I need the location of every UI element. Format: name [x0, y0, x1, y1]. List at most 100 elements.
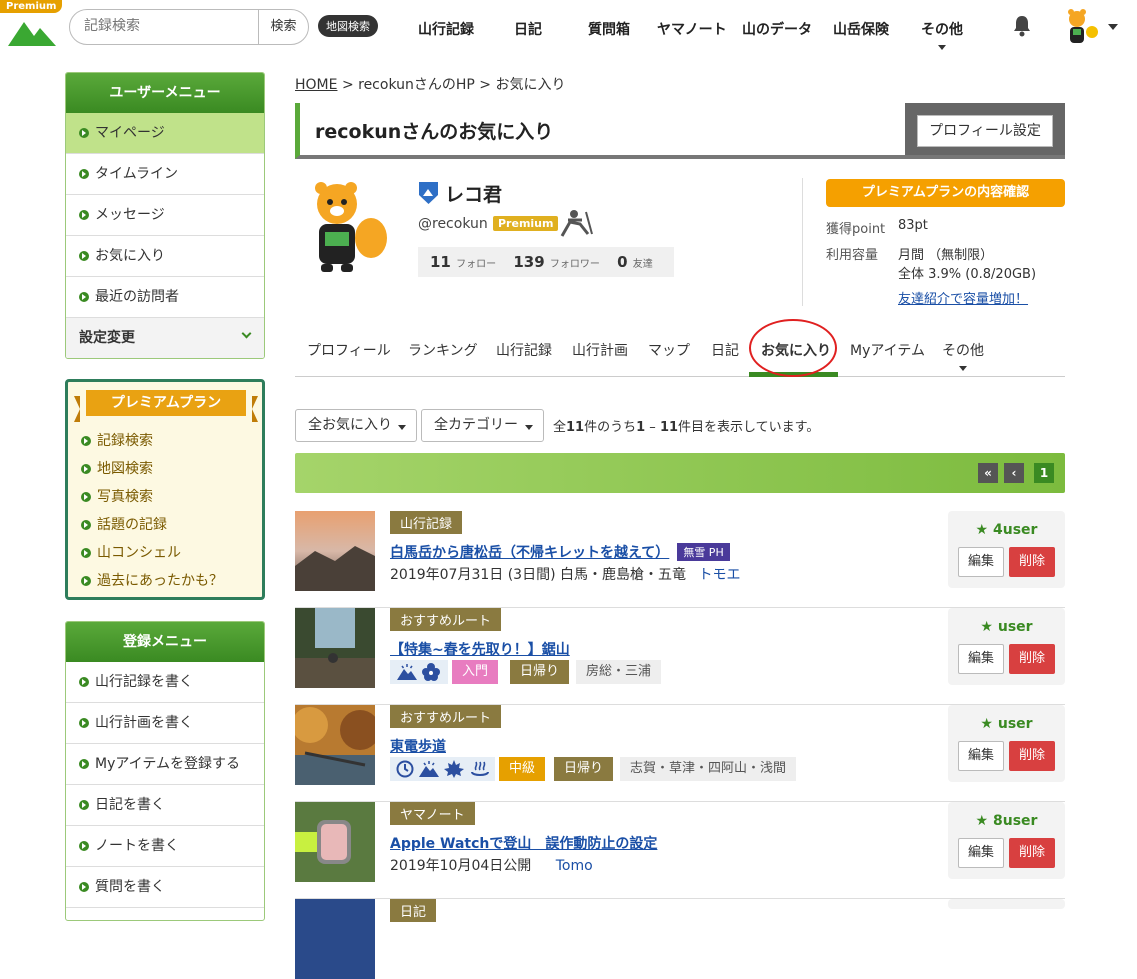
sidebar-item-write-question[interactable]: 質問を書く [66, 867, 264, 908]
premium-link-map-search[interactable]: 地図検索 [81, 458, 153, 478]
delete-button[interactable]: 削除 [1009, 644, 1055, 674]
sidebar-item-favorites[interactable]: お気に入り [66, 236, 264, 277]
follow-count[interactable]: 11 [430, 253, 451, 271]
current-page[interactable]: 1 [1034, 463, 1054, 483]
fav-user-count[interactable]: ★ user [948, 619, 1065, 635]
premium-link-photo-search[interactable]: 写真検索 [81, 486, 153, 506]
favorites-filter-dropdown[interactable]: 全お気に入り [295, 409, 417, 442]
sidebar-item-label: マイページ [95, 125, 165, 141]
sidebar-item-write-note[interactable]: ノートを書く [66, 826, 264, 867]
delete-button[interactable]: 削除 [1009, 547, 1055, 577]
breadcrumb-hp[interactable]: recokunさんのHP [358, 77, 475, 93]
arrow-circle-icon [79, 210, 89, 220]
chevron-down-icon[interactable] [1108, 24, 1118, 30]
author-link[interactable]: Tomo [556, 858, 593, 874]
arrow-circle-icon [81, 492, 91, 502]
arrow-circle-icon [79, 800, 89, 810]
premium-tag: Premium [0, 0, 63, 13]
count-text: – [645, 420, 660, 435]
chevron-down-icon [938, 45, 946, 50]
nav-mountain-data[interactable]: 山のデータ [742, 19, 812, 39]
sidebar-item-label: タイムライン [95, 166, 179, 182]
nav-questions[interactable]: 質問箱 [588, 19, 630, 39]
map-search-button[interactable]: 地図検索 [318, 15, 378, 37]
edit-button[interactable]: 編集 [958, 644, 1004, 674]
sidebar-item-register-item[interactable]: Myアイテムを登録する [66, 744, 264, 785]
premium-confirm-button[interactable]: プレミアムプランの内容確認 [826, 179, 1065, 207]
thumbnail-image[interactable] [295, 802, 375, 882]
item-actions: ★ 4user 編集 削除 [948, 511, 1065, 588]
item-title-link[interactable]: 東電歩道 [390, 736, 446, 756]
sidebar-item-visitors[interactable]: 最近の訪問者 [66, 277, 264, 318]
premium-link-past[interactable]: 過去にあったかも？ [81, 570, 223, 590]
item-title-link[interactable]: 白馬岳から唐松岳（不帰キレットを越えて） 無雪 PH [390, 542, 730, 562]
sidebar-settings[interactable]: 設定変更 [66, 318, 264, 358]
edit-button[interactable]: 編集 [958, 741, 1004, 771]
premium-link-label: 記録検索 [97, 433, 153, 449]
thumbnail-image[interactable] [295, 705, 375, 785]
sidebar-item-label: Myアイテムを登録する [95, 756, 240, 772]
fav-user-count[interactable]: ★ 4user [948, 522, 1065, 538]
friend-count[interactable]: 0 [617, 253, 627, 271]
tab-records[interactable]: 山行記録 [496, 340, 552, 360]
top-header: Premium 検索 地図検索 山行記録 日記 質問箱 ヤマノート 山のデータ … [0, 0, 1137, 56]
page-title-bar: recokunさんのお気に入り プロフィール設定 [295, 103, 1065, 159]
thumbnail-image[interactable] [295, 899, 375, 979]
nav-records[interactable]: 山行記録 [418, 19, 474, 39]
sidebar-item-write-diary[interactable]: 日記を書く [66, 785, 264, 826]
follower-count[interactable]: 139 [513, 253, 544, 271]
tab-profile[interactable]: プロフィール [307, 340, 391, 360]
premium-link-label: 写真検索 [97, 489, 153, 505]
profile-settings-button[interactable]: プロフィール設定 [917, 115, 1053, 147]
sidebar-item-timeline[interactable]: タイムライン [66, 154, 264, 195]
nav-others[interactable]: その他 [921, 19, 963, 50]
category-filter-dropdown[interactable]: 全カテゴリー [421, 409, 544, 442]
result-count: 全11件のうち1 – 11件目を表示しています。 [553, 416, 819, 435]
site-logo[interactable]: Premium [0, 0, 63, 56]
author-link[interactable]: トモエ [698, 567, 740, 583]
premium-plan-title: プレミアムプラン [74, 390, 258, 422]
sidebar-item-messages[interactable]: メッセージ [66, 195, 264, 236]
referral-link[interactable]: 友達紹介で容量増加！ [898, 288, 1028, 307]
delete-button[interactable]: 削除 [1009, 741, 1055, 771]
tab-plans[interactable]: 山行計画 [572, 340, 628, 360]
condition-badge: 無雪 PH [677, 543, 730, 561]
prev-page-button[interactable]: ‹ [1004, 463, 1024, 483]
item-actions: ★ 8user 編集 削除 [948, 802, 1065, 879]
tab-map[interactable]: マップ [648, 340, 690, 360]
tab-others[interactable]: その他 [942, 340, 984, 371]
item-title-link[interactable]: Apple Watchで登山 誤作動防止の設定 [390, 833, 657, 853]
delete-button[interactable]: 削除 [1009, 838, 1055, 868]
thumbnail-image[interactable] [295, 608, 375, 688]
sidebar-item-write-plan[interactable]: 山行計画を書く [66, 703, 264, 744]
fav-user-count[interactable]: ★ user [948, 716, 1065, 732]
fav-user-count[interactable]: ★ 8user [948, 813, 1065, 829]
first-page-button[interactable]: « [978, 463, 998, 483]
level-badge: 入門 [452, 660, 499, 684]
sidebar-item-label: ノートを書く [95, 838, 179, 854]
premium-link-record-search[interactable]: 記録検索 [81, 430, 153, 450]
category-badge: 山行記録 [390, 511, 463, 534]
thumbnail-image[interactable] [295, 511, 375, 591]
search-button[interactable]: 検索 [258, 10, 308, 44]
tab-ranking[interactable]: ランキング [408, 340, 478, 360]
tab-diary[interactable]: 日記 [711, 340, 739, 360]
item-title-link[interactable]: 【特集~春を先取り！】鋸山 [390, 639, 570, 659]
item-actions: ★ user 編集 削除 [948, 608, 1065, 685]
premium-link-concierge[interactable]: 山コンシェル [81, 542, 181, 562]
nav-diary[interactable]: 日記 [514, 19, 542, 39]
sidebar-item-write-record[interactable]: 山行記録を書く [66, 662, 264, 703]
user-avatar-icon[interactable] [1063, 8, 1099, 48]
arrow-circle-icon [79, 718, 89, 728]
tab-my-items[interactable]: Myアイテム [850, 340, 925, 360]
search-input[interactable] [84, 18, 254, 34]
bell-icon[interactable] [1012, 15, 1032, 37]
premium-link-label: 過去にあったかも？ [97, 573, 223, 589]
sidebar-item-mypage[interactable]: マイページ [66, 113, 264, 154]
nav-insurance[interactable]: 山岳保険 [833, 19, 889, 39]
breadcrumb-home[interactable]: HOME [295, 77, 337, 93]
edit-button[interactable]: 編集 [958, 547, 1004, 577]
premium-link-trending[interactable]: 話題の記録 [81, 514, 167, 534]
edit-button[interactable]: 編集 [958, 838, 1004, 868]
nav-yamanote[interactable]: ヤマノート [657, 19, 727, 39]
